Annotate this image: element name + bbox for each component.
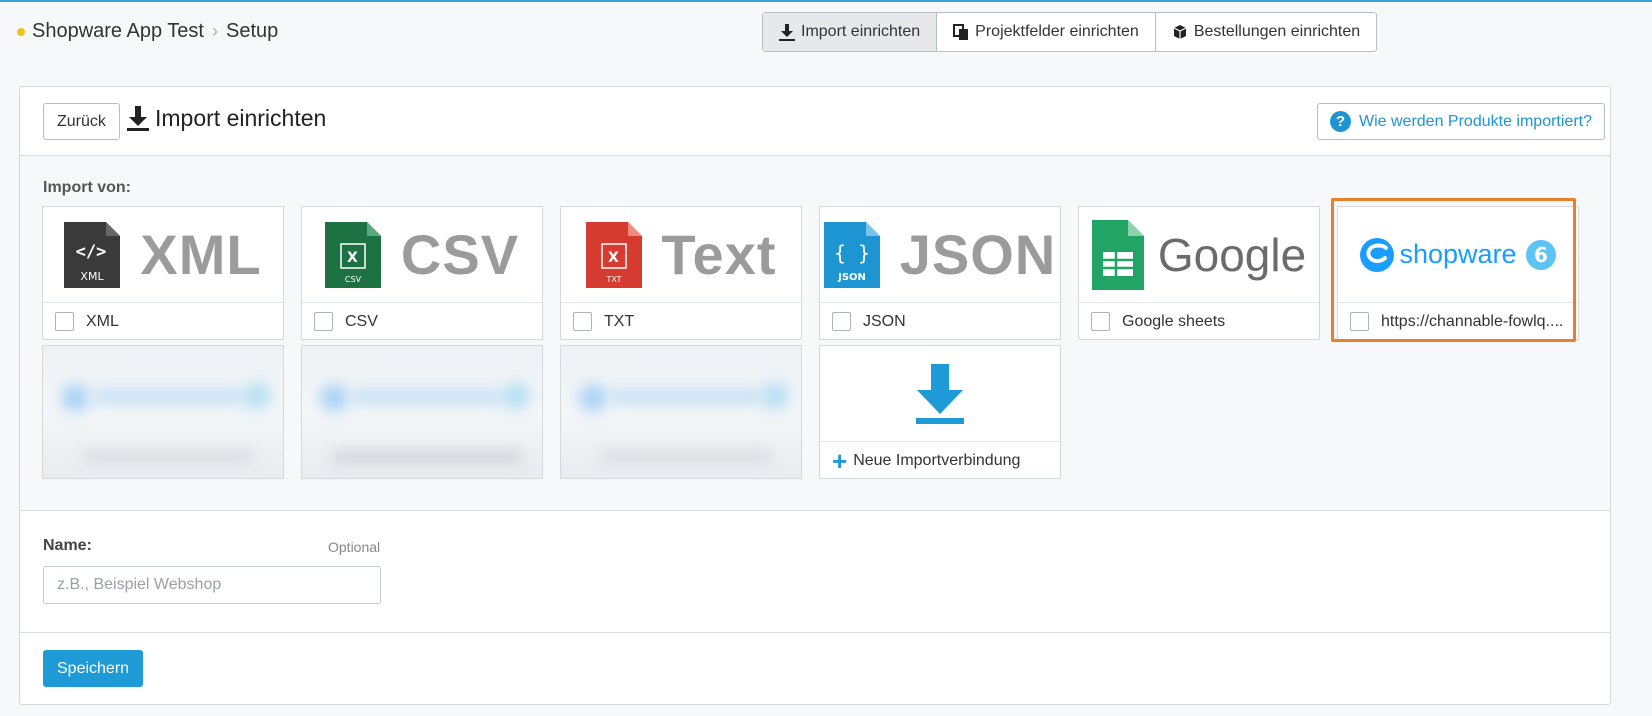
source-footer: XML <box>43 303 283 340</box>
import-label: Import von: <box>43 179 131 196</box>
blurred-source-tile[interactable] <box>560 345 802 479</box>
download-icon <box>127 105 149 131</box>
tab-project-fields-label: Projektfelder einrichten <box>975 23 1139 40</box>
blurred-source-tile[interactable] <box>301 345 543 479</box>
svg-text:X: X <box>608 250 619 266</box>
divider <box>20 632 1610 633</box>
source-footer: JSON <box>820 303 1060 340</box>
source-tile-json[interactable]: { } JSON JSON JSON <box>819 206 1061 340</box>
name-input[interactable] <box>43 566 381 604</box>
save-button[interactable]: Speichern <box>43 650 144 687</box>
source-tile-xml[interactable]: </> XML XML XML <box>42 206 284 340</box>
csv-checkbox[interactable] <box>314 312 333 331</box>
google-sheets-logo: Google <box>1079 207 1319 303</box>
json-logo-text: JSON <box>899 223 1057 286</box>
question-icon: ? <box>1330 111 1351 132</box>
help-button[interactable]: ? Wie werden Produkte importiert? <box>1317 103 1605 140</box>
csv-logo: X CSV CSV <box>302 207 542 303</box>
txt-file-icon: X TXT <box>585 221 642 288</box>
txt-checkbox[interactable] <box>573 312 592 331</box>
svg-text:{ }: { } <box>834 241 870 265</box>
txt-logo: X TXT Text <box>561 207 801 303</box>
card-header: Zurück Import einrichten ? Wie werden Pr… <box>20 87 1610 156</box>
xml-checkbox[interactable] <box>55 312 74 331</box>
svg-text:</>: </> <box>76 242 107 262</box>
google-sheets-checkbox[interactable] <box>1091 312 1110 331</box>
svg-text:JSON: JSON <box>837 272 866 283</box>
source-tile-txt[interactable]: X TXT Text TXT <box>560 206 802 340</box>
xml-label: XML <box>86 312 119 330</box>
plus-icon: + <box>832 445 848 476</box>
header: Shopware App Test › Setup Import einrich… <box>0 2 1652 62</box>
xml-file-icon: </> XML <box>64 221 121 288</box>
breadcrumb-page: Setup <box>225 20 279 42</box>
google-logo-text: Google <box>1157 228 1307 281</box>
highlight-box <box>1331 198 1576 342</box>
name-label: Name: <box>43 537 92 554</box>
import-sources: Import von: </> XML XML XML X CSV CSV CS… <box>20 156 1610 511</box>
box-icon <box>1173 25 1187 39</box>
json-file-icon: { } JSON <box>823 221 880 288</box>
blurred-source-tile[interactable] <box>42 345 284 479</box>
json-checkbox[interactable] <box>832 312 851 331</box>
breadcrumb-app[interactable]: Shopware App Test <box>32 20 204 43</box>
svg-text:X: X <box>347 250 358 266</box>
source-footer: TXT <box>561 303 801 340</box>
new-connection-label: Neue Importverbindung <box>853 451 1021 469</box>
tab-orders-label: Bestellungen einrichten <box>1193 23 1361 40</box>
breadcrumb: Shopware App Test › Setup <box>17 20 278 43</box>
help-button-label: Wie werden Produkte importiert? <box>1359 112 1592 130</box>
status-dot <box>17 27 25 36</box>
tab-import-label: Import einrichten <box>801 23 921 40</box>
new-import-connection-tile[interactable]: + Neue Importverbindung <box>819 345 1061 479</box>
page-title: Import einrichten <box>127 105 326 132</box>
download-icon <box>779 23 795 41</box>
tab-project-fields[interactable]: Projektfelder einrichten <box>937 13 1156 51</box>
google-sheets-icon <box>1091 219 1144 290</box>
xml-logo: </> XML XML <box>43 207 283 303</box>
setup-tabs: Import einrichten Projektfelder einricht… <box>762 12 1378 52</box>
page-title-text: Import einrichten <box>155 105 327 131</box>
txt-label: TXT <box>604 312 635 330</box>
new-connection-footer: + Neue Importverbindung <box>820 442 1060 479</box>
tab-import[interactable]: Import einrichten <box>763 13 938 51</box>
csv-label: CSV <box>345 312 378 330</box>
download-icon <box>916 363 964 424</box>
svg-text:TXT: TXT <box>605 275 621 284</box>
back-button[interactable]: Zurück <box>43 103 120 140</box>
source-tile-csv[interactable]: X CSV CSV CSV <box>301 206 543 340</box>
json-label: JSON <box>863 312 906 330</box>
json-logo: { } JSON JSON <box>820 207 1060 303</box>
xml-logo-text: XML <box>140 223 262 286</box>
source-footer: Google sheets <box>1079 303 1319 340</box>
new-connection-logo <box>820 346 1060 442</box>
source-footer: CSV <box>302 303 542 340</box>
google-sheets-label: Google sheets <box>1122 312 1226 330</box>
svg-text:XML: XML <box>81 270 105 283</box>
csv-logo-text: CSV <box>400 223 520 286</box>
source-tile-google-sheets[interactable]: Google Google sheets <box>1078 206 1320 340</box>
setup-card: Zurück Import einrichten ? Wie werden Pr… <box>19 86 1611 705</box>
tab-orders[interactable]: Bestellungen einrichten <box>1156 13 1376 51</box>
chevron-right-icon: › <box>211 21 218 41</box>
txt-logo-text: Text <box>661 223 777 286</box>
csv-file-icon: X CSV <box>324 221 381 288</box>
svg-text:CSV: CSV <box>345 275 362 284</box>
copy-icon <box>953 23 969 40</box>
optional-label: Optional <box>328 539 381 555</box>
